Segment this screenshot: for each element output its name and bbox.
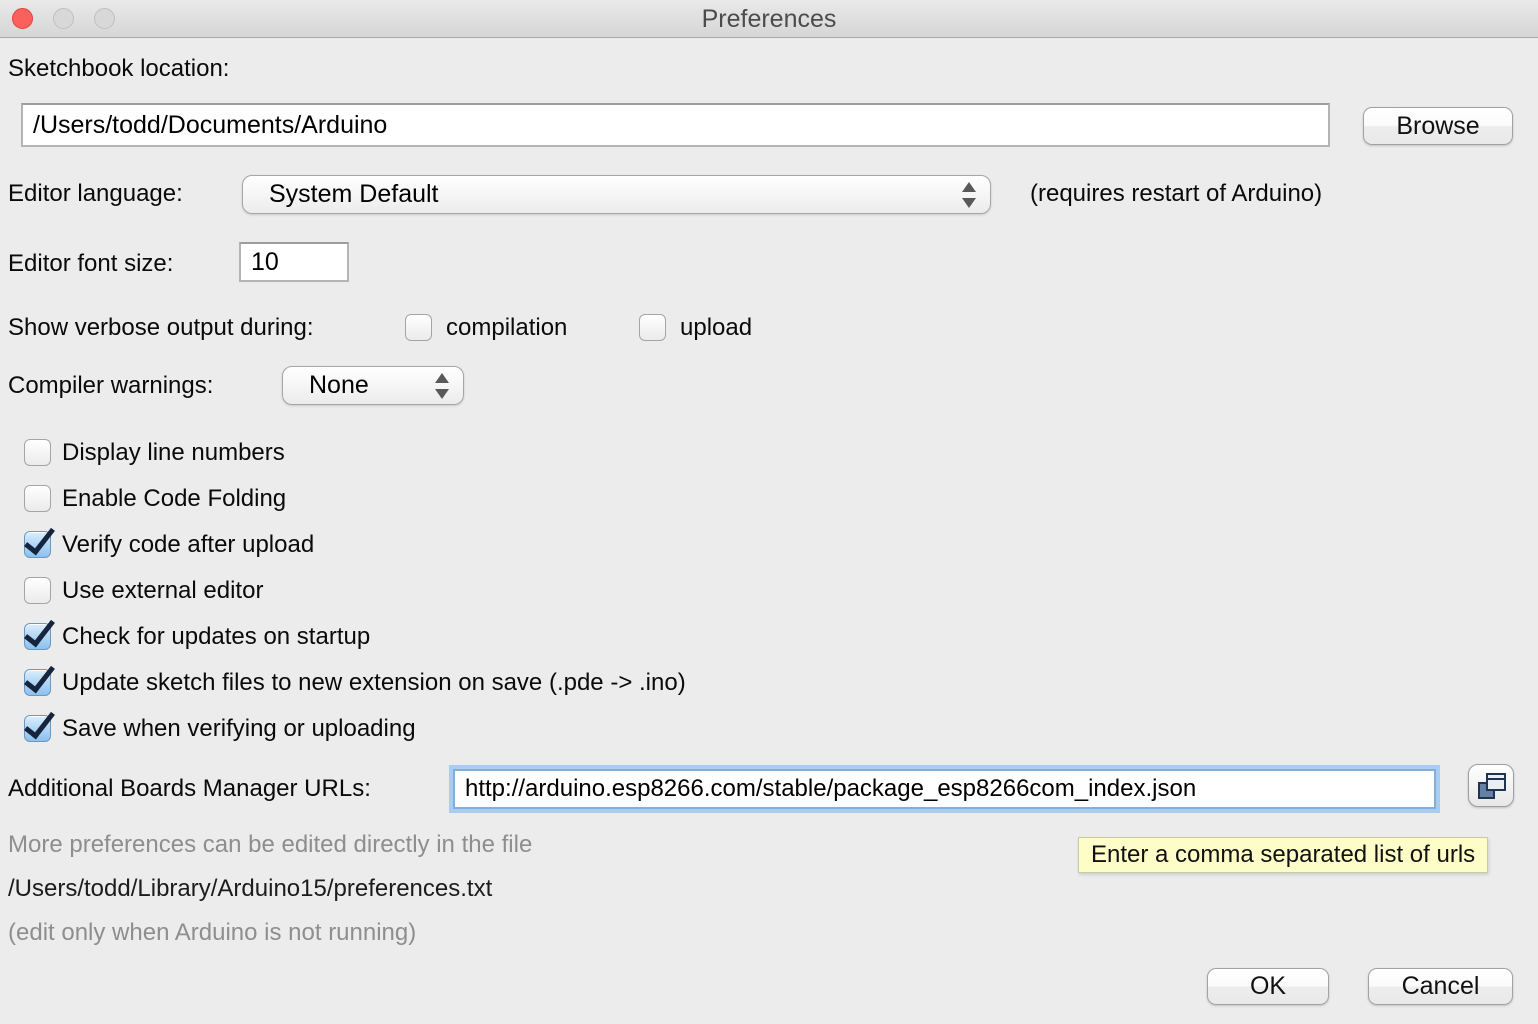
editor-language-note: (requires restart of Arduino) [1030, 180, 1323, 207]
upload-checkbox[interactable] [639, 314, 666, 341]
enable-code-folding-label: Enable Code Folding [62, 485, 287, 512]
editor-language-label: Editor language: [8, 180, 183, 207]
editor-font-size-label: Editor font size: [8, 250, 174, 277]
save-when-verifying-checkbox[interactable] [24, 715, 51, 742]
verify-code-after-upload-label: Verify code after upload [62, 531, 315, 558]
update-sketch-files-checkbox[interactable] [24, 669, 51, 696]
verbose-output-label: Show verbose output during: [8, 314, 314, 341]
ok-button[interactable]: OK [1207, 968, 1329, 1005]
overlapping-windows-icon [1478, 773, 1506, 799]
edit-only-note: (edit only when Arduino is not running) [8, 919, 417, 946]
window-title: Preferences [701, 5, 837, 33]
preferences-dialog: Preferences Sketchbook location: Browse … [0, 0, 1538, 1024]
preferences-file-path: /Users/todd/Library/Arduino15/preference… [8, 875, 493, 902]
compiler-warnings-label: Compiler warnings: [8, 372, 214, 399]
check-for-updates-checkbox[interactable] [24, 623, 51, 650]
title-bar: Preferences [0, 0, 1538, 38]
compilation-checkbox[interactable] [405, 314, 432, 341]
stepper-arrows-icon [962, 181, 976, 208]
editor-font-size-input[interactable] [239, 242, 349, 282]
check-for-updates-label: Check for updates on startup [62, 623, 371, 650]
display-line-numbers-label: Display line numbers [62, 439, 285, 466]
boards-manager-urls-label: Additional Boards Manager URLs: [8, 775, 371, 802]
display-line-numbers-checkbox[interactable] [24, 439, 51, 466]
editor-language-value: System Default [269, 180, 439, 208]
compiler-warnings-select[interactable]: None [282, 366, 464, 405]
browse-button[interactable]: Browse [1363, 107, 1513, 145]
sketchbook-location-input[interactable] [21, 103, 1330, 147]
more-preferences-note: More preferences can be edited directly … [8, 831, 533, 858]
use-external-editor-checkbox[interactable] [24, 577, 51, 604]
save-when-verifying-label: Save when verifying or uploading [62, 715, 416, 742]
boards-manager-urls-input[interactable] [453, 769, 1436, 809]
verify-code-after-upload-checkbox[interactable] [24, 531, 51, 558]
enable-code-folding-checkbox[interactable] [24, 485, 51, 512]
update-sketch-files-label: Update sketch files to new extension on … [62, 669, 686, 696]
sketchbook-location-label: Sketchbook location: [8, 55, 230, 82]
editor-language-select[interactable]: System Default [242, 175, 991, 214]
compilation-label: compilation [446, 314, 568, 341]
boards-manager-list-button[interactable] [1468, 764, 1514, 807]
compiler-warnings-value: None [309, 371, 369, 399]
stepper-arrows-icon [435, 372, 449, 399]
use-external-editor-label: Use external editor [62, 577, 264, 604]
tooltip: Enter a comma separated list of urls [1078, 837, 1489, 873]
upload-label: upload [680, 314, 753, 341]
cancel-button[interactable]: Cancel [1368, 968, 1513, 1005]
